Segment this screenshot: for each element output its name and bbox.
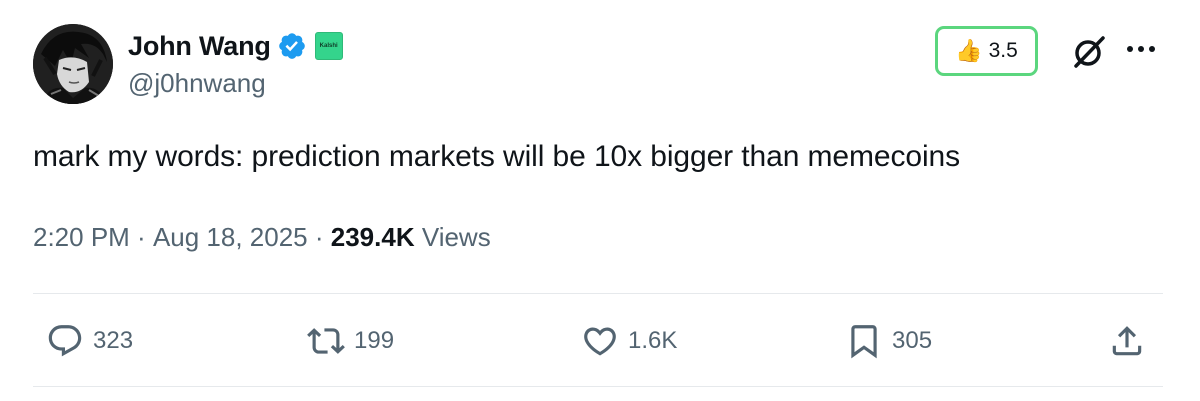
tweet-time[interactable]: 2:20 PM <box>33 222 130 253</box>
bookmark-icon <box>851 325 877 359</box>
meta-space <box>415 222 422 253</box>
divider <box>33 386 1163 387</box>
like-count: 1.6K <box>628 327 678 354</box>
repost-icon <box>307 328 345 354</box>
thumbs-up-icon: 👍 <box>955 38 983 63</box>
bookmark-button[interactable]: 305 <box>845 321 932 361</box>
meta-separator: · <box>129 222 153 252</box>
author-name-row: John Wang Kalshi <box>128 26 343 66</box>
verified-badge-icon[interactable] <box>277 31 307 61</box>
divider <box>33 293 1163 294</box>
meta-separator: · <box>307 222 331 252</box>
repost-count: 199 <box>354 327 395 354</box>
more-icon[interactable] <box>1127 46 1161 56</box>
avatar[interactable] <box>33 24 113 104</box>
affiliation-badge[interactable]: Kalshi <box>314 32 343 60</box>
author-handle[interactable]: @j0hnwang <box>128 68 266 99</box>
reply-button[interactable]: 323 <box>46 321 133 361</box>
tweet-date[interactable]: Aug 18, 2025 <box>153 222 308 253</box>
like-button[interactable]: 1.6K <box>581 321 677 361</box>
more-dot <box>1149 46 1155 52</box>
avatar-image <box>33 24 113 104</box>
share-icon <box>1112 326 1142 356</box>
reply-icon <box>48 325 82 357</box>
rating-chip[interactable]: 👍 3.5 <box>935 26 1038 76</box>
views-count[interactable]: 239.4K <box>331 222 415 253</box>
share-button[interactable] <box>1108 321 1146 361</box>
heart-icon <box>584 327 616 356</box>
tweet-meta: 2:20 PM · Aug 18, 2025 · 239.4K Views <box>33 222 491 253</box>
views-label[interactable]: Views <box>422 222 491 253</box>
rating-value: 3.5 <box>988 39 1018 62</box>
grok-icon[interactable] <box>1070 33 1108 71</box>
more-dot <box>1138 46 1144 52</box>
display-name[interactable]: John Wang <box>128 31 271 62</box>
reply-count: 323 <box>93 327 134 354</box>
bookmark-count: 305 <box>892 327 933 354</box>
affiliation-badge-label: Kalshi <box>319 43 338 49</box>
tweet-text: mark my words: prediction markets will b… <box>33 140 960 173</box>
more-dot <box>1127 46 1133 52</box>
repost-button[interactable]: 199 <box>307 321 394 361</box>
